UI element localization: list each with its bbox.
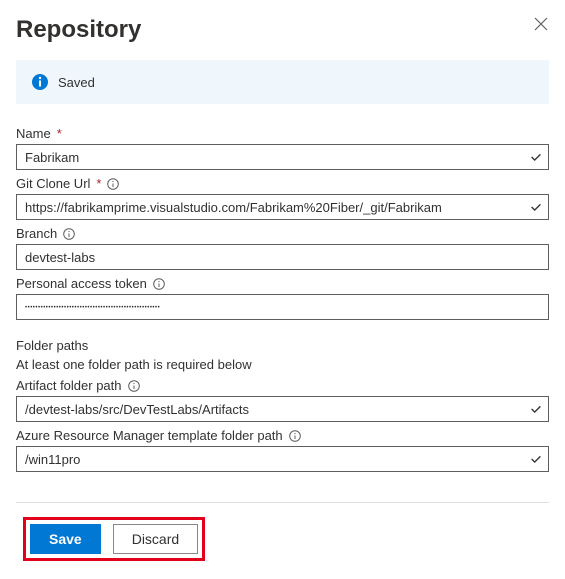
pat-label-row: Personal access token: [16, 276, 549, 291]
footer-actions: Save Discard: [16, 517, 549, 579]
info-icon[interactable]: [107, 178, 119, 190]
saved-banner: Saved: [16, 60, 549, 104]
info-icon[interactable]: [128, 380, 140, 392]
name-label: Name: [16, 126, 51, 141]
callout-highlight: Save Discard: [23, 517, 205, 561]
arm-field-wrap: [16, 446, 549, 472]
name-label-row: Name *: [16, 126, 549, 141]
giturl-field-wrap: [16, 194, 549, 220]
artifact-field-wrap: [16, 396, 549, 422]
required-asterisk: *: [57, 126, 62, 141]
artifact-label-row: Artifact folder path: [16, 378, 549, 393]
repository-panel: Repository Saved Name * Git Clone Url * …: [0, 0, 565, 579]
name-field-wrap: [16, 144, 549, 170]
pat-input[interactable]: ••••••••••••••••••••••••••••••••••••••••…: [16, 294, 549, 320]
info-icon[interactable]: [153, 278, 165, 290]
required-asterisk: *: [96, 176, 101, 191]
artifact-label: Artifact folder path: [16, 378, 122, 393]
giturl-label-row: Git Clone Url *: [16, 176, 549, 191]
branch-input[interactable]: [16, 244, 549, 270]
info-filled-icon: [32, 74, 48, 90]
save-button[interactable]: Save: [30, 524, 101, 554]
info-icon[interactable]: [289, 430, 301, 442]
panel-header: Repository: [16, 16, 549, 44]
giturl-input[interactable]: [16, 194, 549, 220]
pat-label: Personal access token: [16, 276, 147, 291]
branch-label-row: Branch: [16, 226, 549, 241]
name-input[interactable]: [16, 144, 549, 170]
banner-text: Saved: [58, 75, 95, 90]
info-icon[interactable]: [63, 228, 75, 240]
arm-label: Azure Resource Manager template folder p…: [16, 428, 283, 443]
close-icon[interactable]: [533, 16, 549, 32]
footer-divider: [16, 502, 549, 503]
artifact-input[interactable]: [16, 396, 549, 422]
arm-input[interactable]: [16, 446, 549, 472]
folderpaths-heading: Folder paths: [16, 338, 549, 353]
branch-label: Branch: [16, 226, 57, 241]
pat-field-wrap: ••••••••••••••••••••••••••••••••••••••••…: [16, 294, 549, 320]
folderpaths-hint: At least one folder path is required bel…: [16, 357, 549, 372]
panel-title: Repository: [16, 16, 141, 44]
discard-button[interactable]: Discard: [113, 524, 198, 554]
branch-field-wrap: [16, 244, 549, 270]
giturl-label: Git Clone Url: [16, 176, 90, 191]
arm-label-row: Azure Resource Manager template folder p…: [16, 428, 549, 443]
